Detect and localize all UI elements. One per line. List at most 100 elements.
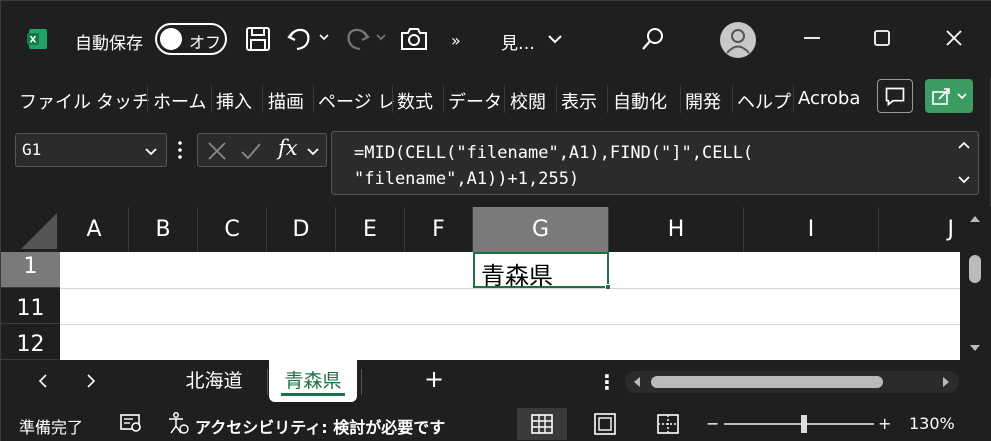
tab-formulas[interactable]: 数式: [397, 88, 433, 114]
workbook-stats-icon[interactable]: [119, 412, 143, 434]
cancel-icon[interactable]: [206, 140, 228, 162]
scroll-down-icon[interactable]: [967, 340, 983, 356]
tab-help[interactable]: ヘルプ: [737, 88, 791, 114]
row-header-11[interactable]: 11: [1, 288, 60, 324]
column-header-e[interactable]: E: [336, 207, 405, 252]
user-avatar[interactable]: [720, 22, 756, 58]
column-header-b[interactable]: B: [129, 207, 198, 252]
formula-scroll-down-icon[interactable]: [956, 172, 972, 188]
autosave-toggle[interactable]: オフ: [155, 23, 227, 55]
maximize-icon[interactable]: [871, 27, 893, 49]
accessibility-status[interactable]: アクセシビリティ: 検討が必要です: [195, 414, 445, 438]
tab-review[interactable]: 校閲: [510, 88, 546, 114]
fill-handle[interactable]: [605, 284, 611, 290]
page-layout-view-button[interactable]: [580, 408, 630, 440]
tab-home[interactable]: ホーム: [153, 88, 206, 114]
vertical-scrollbar[interactable]: [960, 207, 991, 360]
enter-icon[interactable]: [240, 140, 262, 162]
row-header-12[interactable]: 12: [1, 324, 60, 360]
tab-separator: [607, 85, 608, 113]
active-sheet-underline: [281, 393, 345, 396]
camera-icon[interactable]: [398, 23, 430, 55]
add-sheet-button[interactable]: +: [424, 365, 444, 393]
name-box-value: G1: [22, 140, 42, 159]
zoom-out-button[interactable]: −: [706, 414, 719, 433]
tab-separator: [732, 85, 733, 113]
name-box[interactable]: G1: [15, 133, 167, 167]
tab-file[interactable]: ファイル: [19, 88, 91, 114]
tab-separator: [211, 85, 212, 113]
column-header-c[interactable]: C: [198, 207, 267, 252]
sheet-options-icon[interactable]: ⋮: [597, 370, 617, 394]
undo-dropdown-icon[interactable]: [318, 31, 330, 43]
tab-developer[interactable]: 開発: [685, 88, 721, 114]
vertical-scroll-thumb[interactable]: [969, 255, 981, 283]
sheet-tab-separator: [361, 369, 362, 395]
insert-function-button[interactable]: fx: [278, 136, 298, 160]
tab-acrobat[interactable]: Acroba: [798, 88, 860, 109]
redo-dropdown-icon[interactable]: [375, 31, 387, 43]
tab-touch[interactable]: タッチ: [96, 88, 150, 114]
sheet-tab-aomori-label: 青森県: [284, 370, 342, 392]
accessibility-icon[interactable]: [167, 411, 189, 435]
tab-separator: [443, 85, 444, 113]
tab-separator: [313, 85, 314, 113]
tab-draw[interactable]: 描画: [268, 88, 304, 114]
tab-page-layout[interactable]: ページ レ: [318, 88, 395, 114]
column-header-i[interactable]: I: [744, 207, 879, 252]
title-bar: [1, 1, 991, 77]
excel-logo-icon: X: [25, 27, 49, 51]
close-icon[interactable]: [943, 27, 965, 49]
tab-data[interactable]: データ: [448, 88, 502, 114]
column-header-f[interactable]: F: [405, 207, 473, 252]
name-box-dropdown-icon[interactable]: [144, 144, 158, 158]
zoom-in-button[interactable]: +: [878, 414, 891, 433]
more-commands-icon[interactable]: »: [451, 31, 461, 50]
title-dropdown-icon[interactable]: [546, 30, 564, 48]
column-header-j[interactable]: J: [879, 207, 960, 252]
search-icon[interactable]: [639, 25, 667, 53]
column-header-d[interactable]: D: [267, 207, 336, 252]
sheet-tab-hokkaido[interactable]: 北海道: [171, 360, 257, 402]
column-header-a[interactable]: A: [60, 207, 129, 252]
tab-separator: [556, 85, 557, 113]
column-header-h[interactable]: H: [609, 207, 744, 252]
undo-icon[interactable]: [284, 23, 316, 55]
active-cell-g1[interactable]: 青森県: [473, 252, 611, 290]
zoom-slider-thumb[interactable]: [801, 415, 807, 433]
function-dropdown-icon[interactable]: [306, 144, 320, 158]
page-break-view-button[interactable]: [643, 408, 693, 440]
normal-view-button[interactable]: [517, 408, 567, 440]
zoom-level[interactable]: 130%: [909, 414, 955, 433]
excel-window: X 自動保存 オフ » 見… ファイル タッチ ホーム 挿入 描画 ページ レ …: [0, 0, 991, 441]
document-title[interactable]: 見…: [501, 29, 535, 54]
redo-icon[interactable]: [341, 23, 373, 55]
row-header-1[interactable]: 1: [1, 252, 60, 288]
share-button[interactable]: [925, 79, 973, 113]
svg-text:X: X: [30, 36, 37, 46]
zoom-slider[interactable]: [724, 423, 874, 425]
formula-controls: fx: [197, 133, 327, 167]
tab-separator: [680, 85, 681, 113]
horizontal-scroll-thumb[interactable]: [651, 376, 883, 388]
save-icon[interactable]: [242, 23, 274, 55]
scroll-left-icon[interactable]: [629, 374, 645, 390]
tab-separator: [504, 85, 505, 113]
formula-scroll-up-icon[interactable]: [956, 138, 972, 154]
scroll-up-icon[interactable]: [967, 211, 983, 227]
tab-insert[interactable]: 挿入: [216, 88, 252, 114]
tab-automate[interactable]: 自動化: [613, 88, 667, 114]
scroll-right-icon[interactable]: [938, 374, 954, 390]
formula-bar[interactable]: =MID(CELL("filename",A1),FIND("]",CELL( …: [331, 131, 979, 195]
sheet-tab-aomori[interactable]: 青森県: [269, 360, 357, 402]
select-all-corner[interactable]: [1, 207, 60, 252]
more-options-icon[interactable]: [175, 139, 185, 161]
comments-button[interactable]: [877, 79, 913, 113]
minimize-icon[interactable]: [801, 27, 823, 49]
formula-text: =MID(CELL("filename",A1),FIND("]",CELL( …: [354, 143, 754, 189]
column-header-g[interactable]: G: [473, 207, 609, 252]
status-ready: 準備完了: [19, 418, 84, 437]
tab-view[interactable]: 表示: [561, 88, 597, 114]
previous-sheet-icon[interactable]: [35, 373, 51, 389]
next-sheet-icon[interactable]: [83, 373, 99, 389]
